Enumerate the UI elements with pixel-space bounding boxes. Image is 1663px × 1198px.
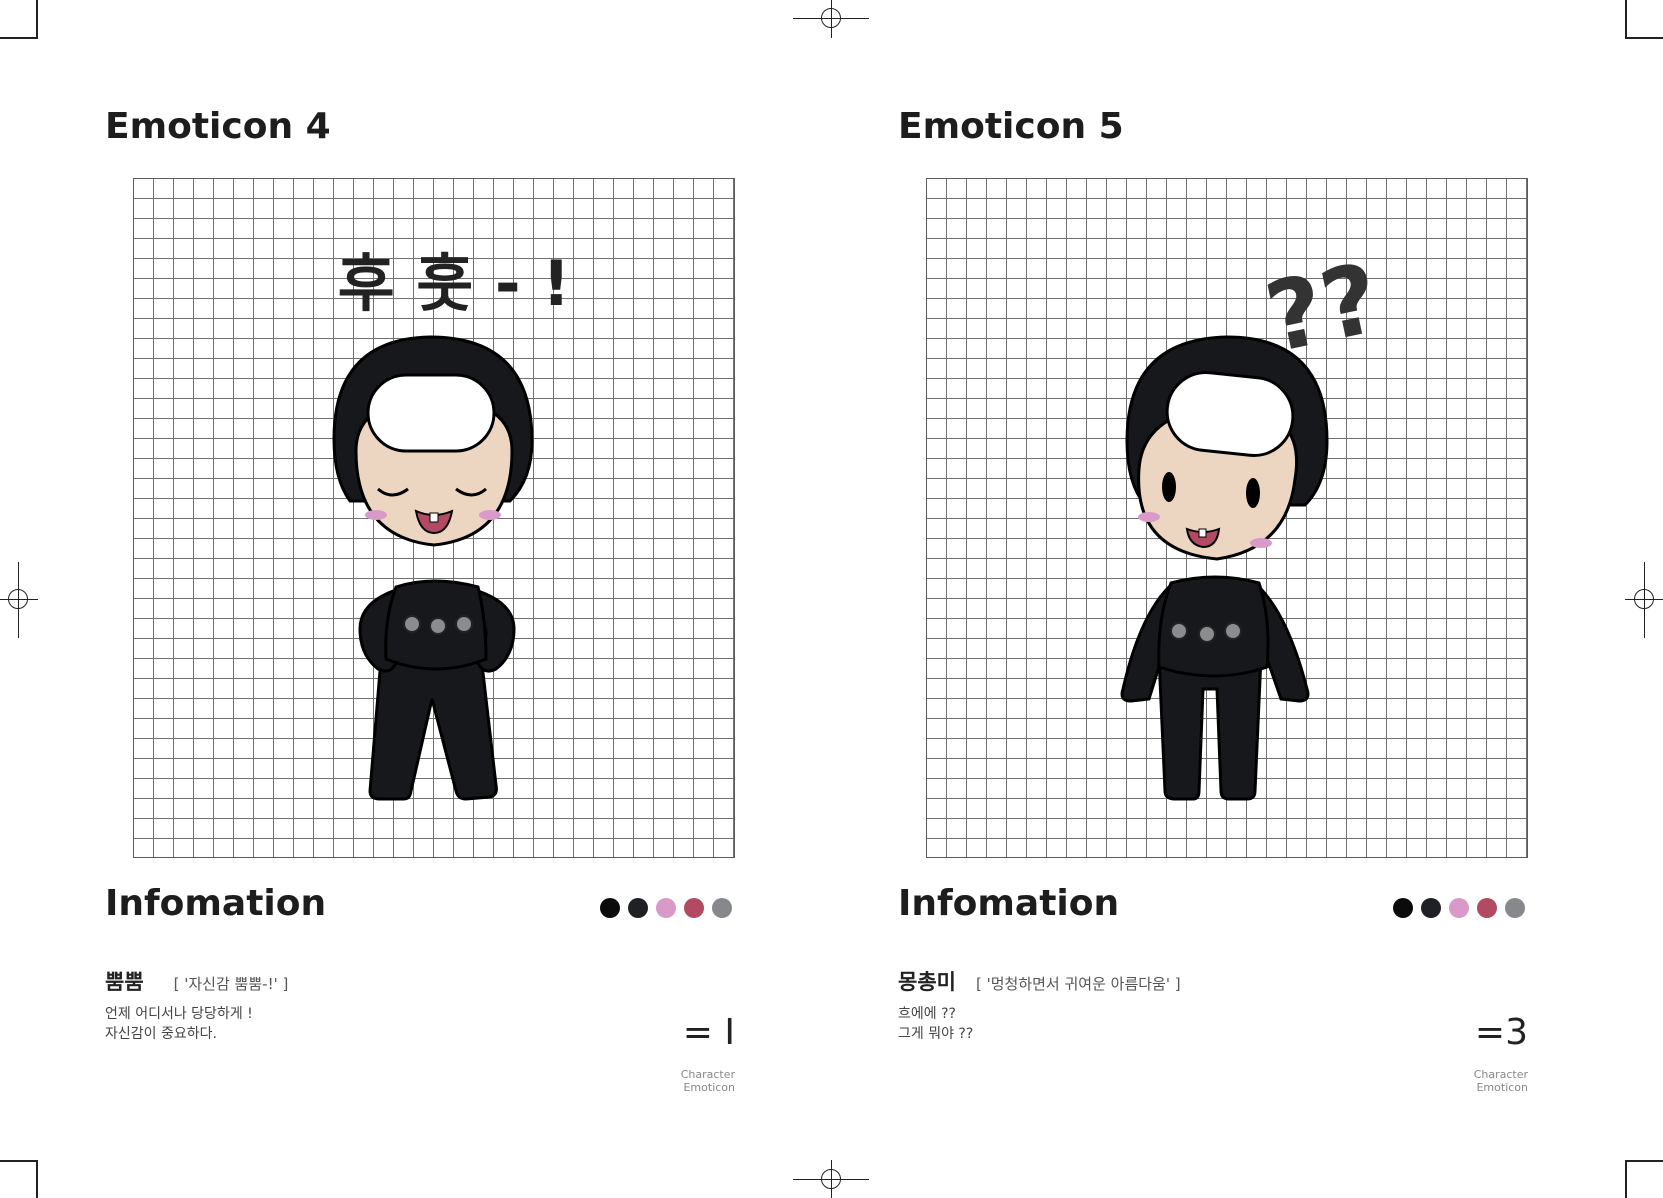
crop-mark: [1625, 1160, 1663, 1162]
character-description: 흐에에 ?? 그게 뭐야 ??: [898, 1006, 974, 1042]
crop-mark: [1625, 0, 1627, 38]
color-swatch: [1421, 898, 1441, 918]
character-quote: [ '자신감 뿜뿜-!' ]: [173, 975, 289, 993]
color-swatch: [712, 898, 732, 918]
belt-buckle-icon: [1224, 622, 1242, 640]
belt-buckle-icon: [403, 615, 421, 633]
character-name-row: 몽총미 [ '멍청하면서 귀여운 아름다움' ]: [898, 966, 1181, 996]
info-section-title: Infomation: [898, 883, 1120, 924]
color-swatch: [684, 898, 704, 918]
color-swatch: [656, 898, 676, 918]
crop-mark: [1625, 1160, 1627, 1198]
rank-caption: Character Emoticon: [680, 1068, 735, 1094]
legs: [1157, 655, 1263, 801]
character-name-row: 뿜뿜 [ '자신감 뿜뿜-!' ]: [105, 966, 288, 996]
crop-mark: [1625, 37, 1663, 39]
character-description: 언제 어디서나 당당하게 ! 자신감이 중요하다.: [105, 1006, 253, 1042]
character-rank: =3: [1474, 1012, 1528, 1053]
belt-buckle-icon: [455, 615, 473, 633]
exclamation-text: 후 훗 - !: [338, 247, 571, 320]
color-swatch: [1477, 898, 1497, 918]
belt-buckle-icon: [1170, 622, 1188, 640]
belt-buckle-icon: [1198, 625, 1216, 643]
color-palette: [600, 898, 732, 918]
info-section-title: Infomation: [105, 883, 327, 924]
emoticon-5-page: Emoticon 5 ?? Infomation 몽총미 ['멍청하면서 귀여…: [793, 0, 1624, 1198]
character-illustration-confused: ??: [1120, 242, 1389, 801]
page-title: Emoticon 4: [105, 106, 331, 147]
character-quote: [ '멍청하면서 귀여운 아름다움' ]: [975, 975, 1181, 993]
character-rank: = I: [682, 1012, 735, 1053]
color-palette: [1393, 898, 1525, 918]
eye-icon: [1162, 472, 1176, 502]
page-title: Emoticon 5: [898, 106, 1124, 147]
character-name: 뿜뿜: [105, 970, 144, 994]
character-grid-panel: ??: [926, 178, 1528, 858]
color-swatch: [1393, 898, 1413, 918]
character-name: 몽총미: [898, 970, 956, 994]
belt-buckle-icon: [429, 617, 447, 635]
color-swatch: [1449, 898, 1469, 918]
color-swatch: [600, 898, 620, 918]
emoticon-4-page: Emoticon 4 후 훗 - ! Infomation 뿜뿜 ['자신감 …: [0, 0, 831, 1198]
character-illustration-proud: 후 훗 - !: [332, 247, 571, 801]
rank-caption: Character Emoticon: [1473, 1068, 1528, 1094]
color-swatch: [628, 898, 648, 918]
color-swatch: [1505, 898, 1525, 918]
forehead-patch: [366, 373, 496, 453]
registration-circle: [1634, 589, 1654, 609]
character-grid-panel: 후 훗 - !: [133, 178, 735, 858]
eye-icon: [1246, 478, 1260, 508]
